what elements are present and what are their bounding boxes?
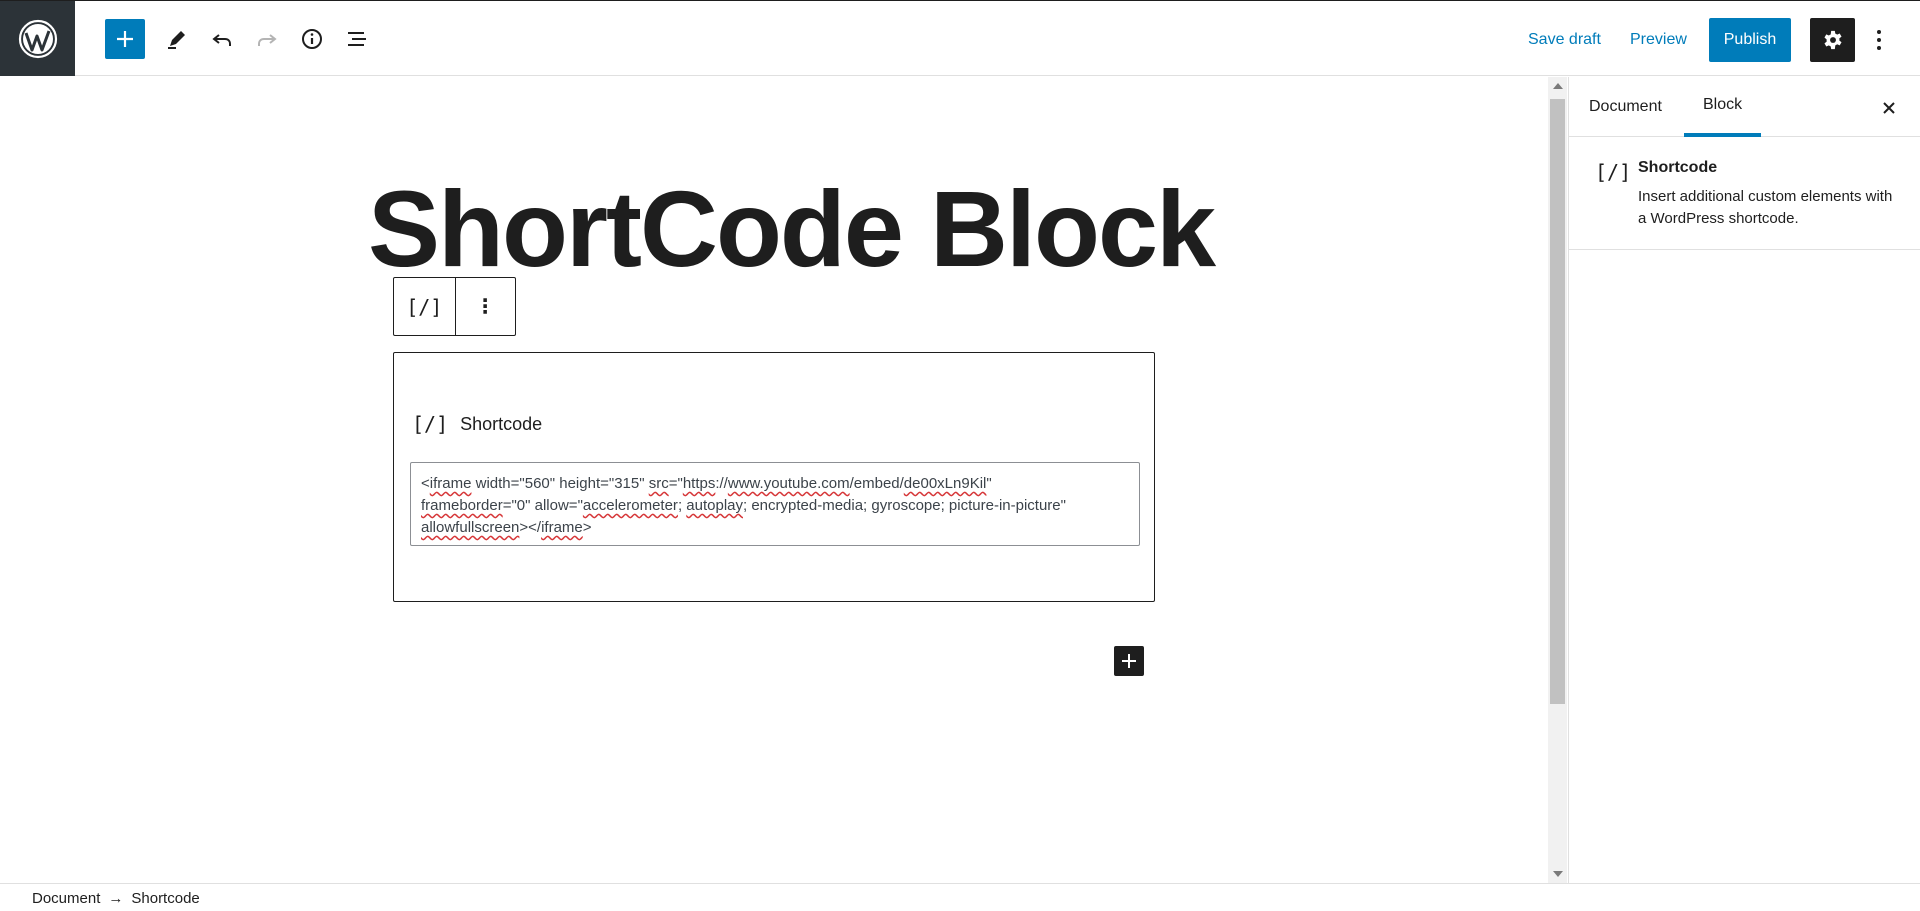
block-switcher-button[interactable]: [/] — [394, 278, 455, 335]
block-card-title: Shortcode — [1638, 159, 1718, 176]
close-sidebar-button[interactable] — [1875, 94, 1903, 122]
scroll-up-arrow-icon[interactable] — [1553, 83, 1563, 89]
shortcode-line-1: <iframe width="560" height="315" src="ht… — [421, 475, 992, 492]
editor-scrollbar[interactable] — [1548, 77, 1567, 883]
shortcode-line-3: allowfullscreen></iframe> — [421, 519, 592, 536]
plus-icon — [117, 31, 133, 47]
scrollbar-thumb[interactable] — [1550, 99, 1565, 704]
breadcrumb-shortcode[interactable]: Shortcode — [131, 890, 199, 907]
breadcrumb: Document → Shortcode — [32, 890, 200, 907]
list-view-icon — [348, 32, 366, 46]
save-draft-button[interactable]: Save draft — [1528, 31, 1601, 49]
editor-footer: Document → Shortcode — [0, 883, 1920, 911]
undo-icon — [212, 34, 231, 46]
info-icon — [302, 29, 322, 49]
redo-button[interactable] — [247, 19, 287, 59]
more-menu-button[interactable] — [1866, 21, 1892, 59]
kebab-icon — [1877, 30, 1881, 50]
block-inserter-button[interactable] — [1114, 646, 1144, 676]
tab-block[interactable]: Block — [1684, 77, 1762, 137]
wordpress-logo-icon — [18, 19, 57, 58]
publish-button[interactable]: Publish — [1709, 18, 1791, 62]
post-title[interactable]: ShortCode Block — [368, 175, 1216, 283]
editor-canvas: ShortCode Block [/] ⋮ [/] Shortcode <ifr… — [0, 77, 1550, 883]
close-icon — [1883, 102, 1895, 114]
add-block-button[interactable] — [105, 19, 145, 59]
shortcode-icon: [/] — [412, 412, 449, 436]
pencil-icon — [168, 31, 185, 49]
shortcode-icon: [/] — [406, 294, 443, 319]
wordpress-logo-button[interactable] — [0, 1, 75, 76]
shortcode-line-2: frameborder="0" allow="accelerometer; au… — [421, 497, 1066, 514]
undo-button[interactable] — [202, 19, 242, 59]
settings-button[interactable] — [1810, 18, 1855, 62]
shortcode-block-label: [/] Shortcode — [412, 412, 542, 436]
preview-button[interactable]: Preview — [1630, 31, 1687, 49]
plus-icon — [1122, 654, 1136, 668]
kebab-icon: ⋮ — [475, 296, 496, 318]
content-info-button[interactable] — [292, 19, 332, 59]
shortcode-textarea[interactable]: <iframe width="560" height="315" src="ht… — [410, 462, 1140, 546]
breadcrumb-separator: → — [108, 890, 124, 907]
shortcode-label: Shortcode — [460, 413, 543, 434]
block-card-description: Insert additional custom elements with a… — [1638, 188, 1893, 227]
gear-icon — [1823, 30, 1842, 50]
block-more-options-button[interactable]: ⋮ — [454, 278, 516, 335]
breadcrumb-document[interactable]: Document — [32, 890, 100, 907]
sidebar-tabs: Document Block — [1569, 77, 1920, 137]
scroll-down-arrow-icon[interactable] — [1553, 871, 1563, 877]
block-navigation-button[interactable] — [337, 19, 377, 59]
tab-document[interactable]: Document — [1589, 77, 1662, 137]
tools-edit-button[interactable] — [157, 19, 197, 59]
block-toolbar: [/] ⋮ — [393, 277, 516, 336]
editor-header: Save draft Preview Publish — [0, 0, 1920, 76]
shortcode-block[interactable]: [/] Shortcode <iframe width="560" height… — [393, 352, 1155, 602]
block-card: [/] Shortcode Insert additional custom e… — [1569, 137, 1920, 250]
settings-sidebar: Document Block [/] Shortcode Insert addi… — [1568, 77, 1920, 883]
shortcode-icon: [/] — [1595, 160, 1632, 184]
redo-icon — [258, 34, 277, 46]
